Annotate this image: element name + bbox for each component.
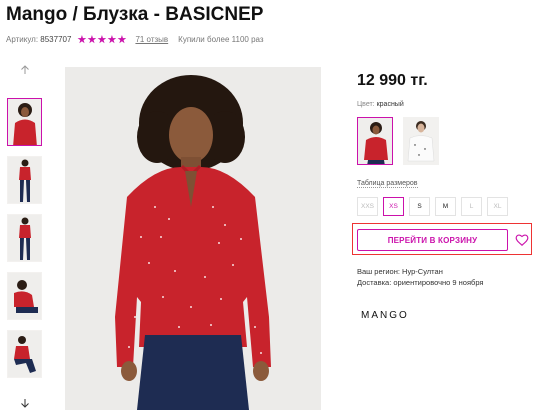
delivery-value: ориентировочно 9 ноября: [393, 278, 484, 287]
rating-stars: [77, 35, 127, 44]
swatch-image: [358, 118, 392, 164]
product-meta: Артикул: 8537707 71 отзыв Купили более 1…: [6, 35, 264, 44]
size-table-link[interactable]: Таблица размеров: [357, 180, 418, 188]
size-selector: XXS XS S M L XL: [357, 197, 508, 216]
thumbnail-image: [8, 157, 41, 203]
star-icon: [97, 35, 107, 44]
thumbnail-image: [8, 331, 41, 377]
main-product-image[interactable]: [65, 67, 321, 410]
reviews-link[interactable]: 71 отзыв: [135, 35, 168, 44]
thumbnails-up-button[interactable]: [16, 63, 34, 77]
color-swatch-red[interactable]: [357, 117, 393, 165]
thumbnail-2[interactable]: [7, 156, 42, 204]
size-option[interactable]: XL: [487, 197, 508, 216]
color-value: красный: [376, 101, 404, 108]
star-icon: [117, 35, 127, 44]
heart-icon: [515, 234, 529, 247]
thumbnail-image: [8, 273, 41, 319]
product-price: 12 990 тг.: [357, 72, 428, 89]
model-photo: [65, 67, 321, 410]
thumbnails-down-button[interactable]: [16, 396, 34, 410]
purchase-count: Купили более 1100 раз: [178, 35, 264, 44]
favorite-button[interactable]: [515, 233, 529, 247]
article-number: 8537707: [40, 35, 72, 44]
size-option-selected[interactable]: XS: [383, 197, 404, 216]
arrow-up-icon: [21, 65, 29, 74]
size-option[interactable]: XXS: [357, 197, 378, 216]
color-swatch-white[interactable]: [403, 117, 439, 165]
thumbnail-image: [8, 215, 41, 261]
thumbnail-5[interactable]: [7, 330, 42, 378]
star-icon: [107, 35, 117, 44]
go-to-cart-button[interactable]: ПЕРЕЙТИ В КОРЗИНУ: [357, 229, 508, 251]
size-option[interactable]: M: [435, 197, 456, 216]
brand-logo[interactable]: MANGO: [361, 310, 409, 321]
region-info: Ваш регион: Нур-Султан: [357, 267, 443, 276]
swatch-image: [403, 117, 439, 165]
star-icon: [77, 35, 87, 44]
arrow-down-icon: [21, 399, 29, 408]
product-title: Mango / Блузка - BASICNEP: [6, 4, 264, 25]
article-label: Артикул: 8537707: [6, 35, 72, 44]
size-option[interactable]: S: [409, 197, 430, 216]
thumbnail-4[interactable]: [7, 272, 42, 320]
thumbnail-1[interactable]: [7, 98, 42, 146]
thumbnail-image: [8, 99, 41, 145]
size-option[interactable]: L: [461, 197, 482, 216]
star-icon: [87, 35, 97, 44]
thumbnail-3[interactable]: [7, 214, 42, 262]
color-label: Цвет: красный: [357, 101, 404, 108]
delivery-info: Доставка: ориентировочно 9 ноября: [357, 278, 484, 287]
region-value[interactable]: Нур-Султан: [402, 267, 443, 276]
